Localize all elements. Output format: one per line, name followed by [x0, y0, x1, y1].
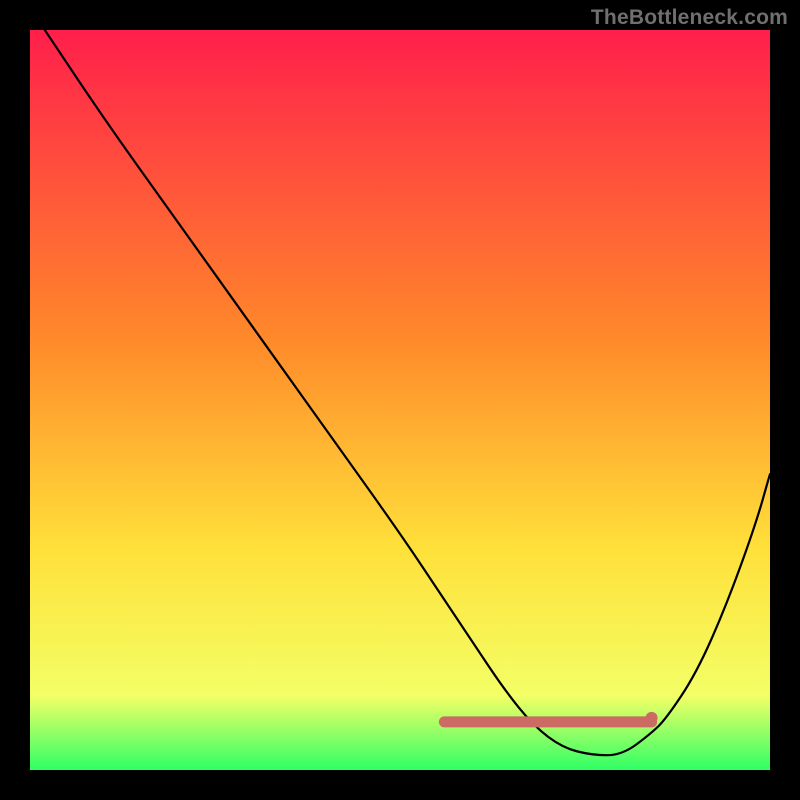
chart-background: [30, 30, 770, 770]
watermark-text: TheBottleneck.com: [591, 6, 788, 30]
plateau-endpoint-dot: [646, 712, 658, 724]
bottleneck-chart: [30, 30, 770, 770]
chart-frame: [30, 30, 770, 770]
